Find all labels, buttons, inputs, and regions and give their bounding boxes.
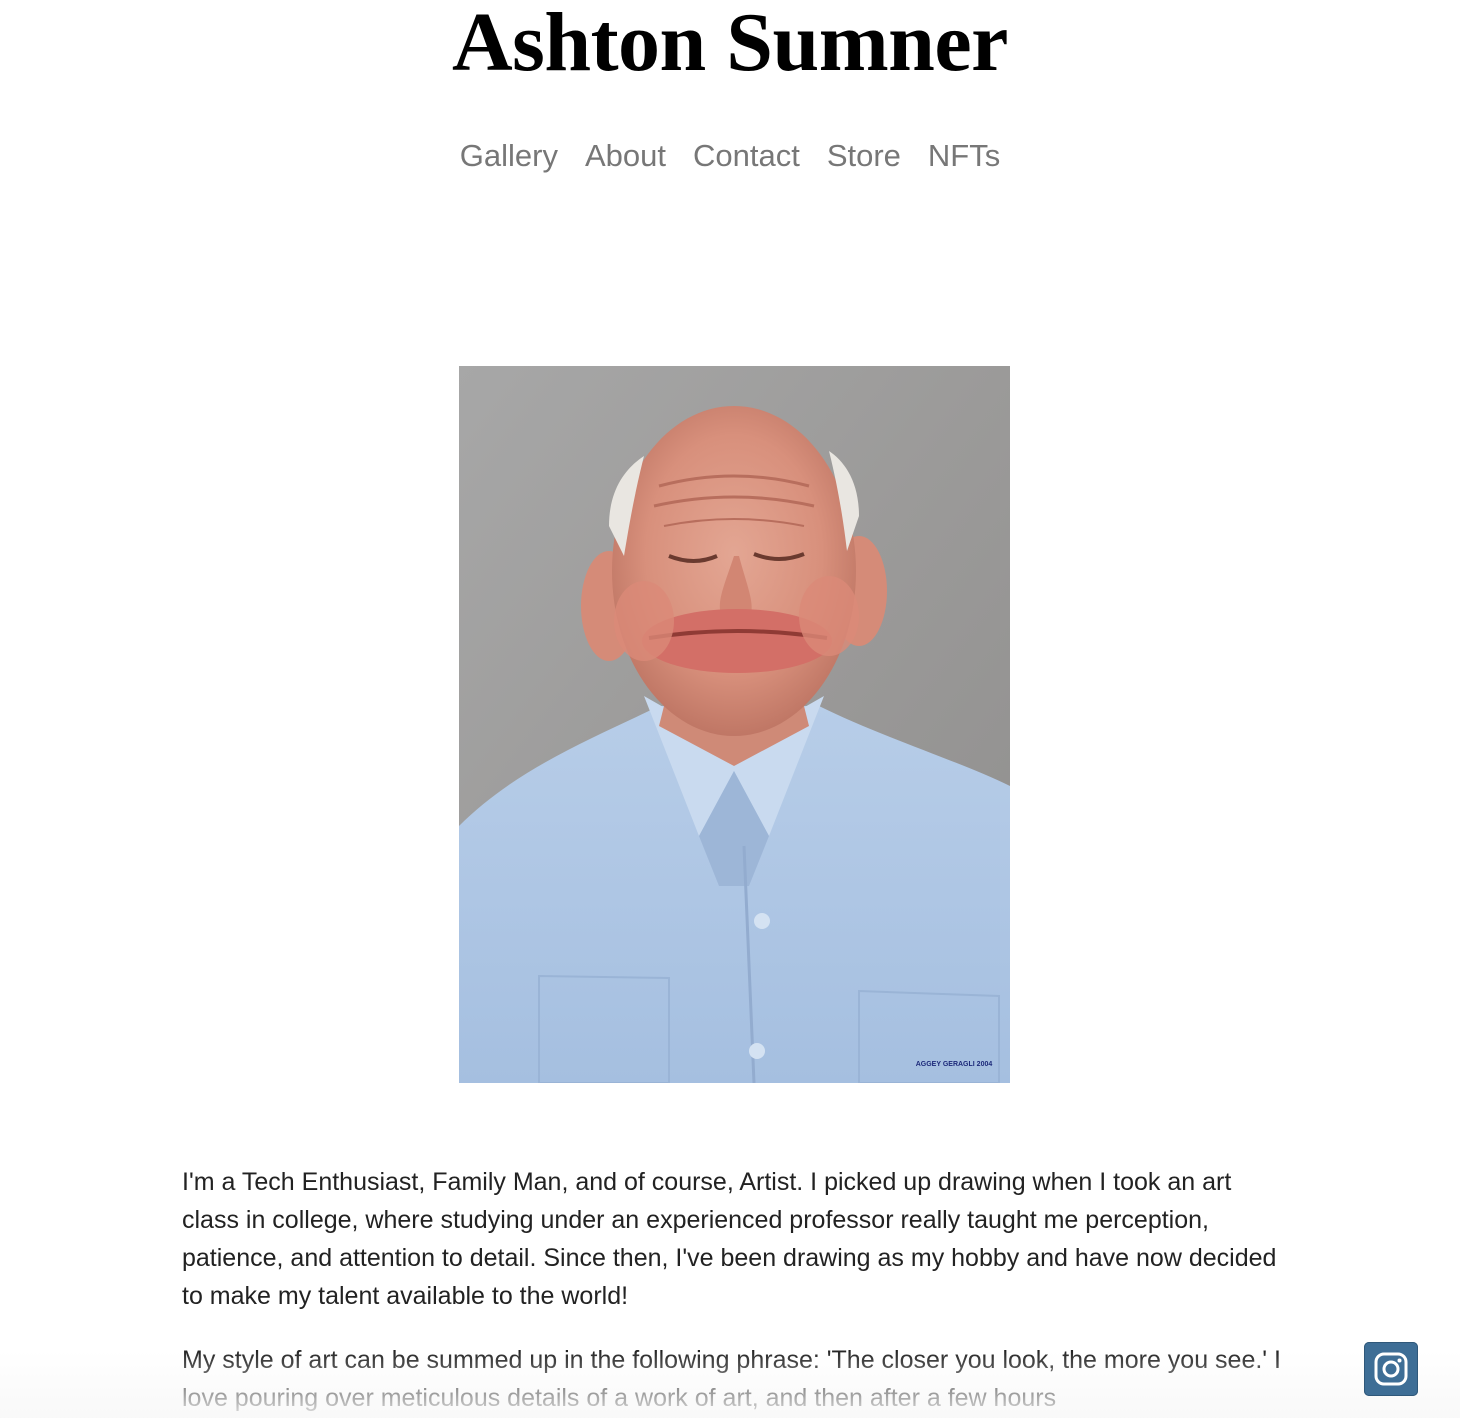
main-nav: Gallery About Contact Store NFTs	[0, 136, 1460, 176]
nav-about[interactable]: About	[585, 136, 666, 176]
bio-text: I'm a Tech Enthusiast, Family Man, and o…	[182, 1163, 1292, 1418]
bio-paragraph: My style of art can be summed up in the …	[182, 1346, 1281, 1412]
nav-store[interactable]: Store	[827, 136, 901, 176]
portrait-illustration: AGGEY GERAGLI 2004	[459, 366, 1010, 1083]
bio-paragraph: I'm a Tech Enthusiast, Family Man, and o…	[182, 1168, 1277, 1310]
portrait-watermark: AGGEY GERAGLI 2004	[916, 1061, 993, 1068]
instagram-button[interactable]	[1364, 1342, 1418, 1396]
artist-portrait: AGGEY GERAGLI 2004	[459, 366, 1010, 1083]
nav-nfts[interactable]: NFTs	[928, 136, 1000, 176]
site-title: Ashton Sumner	[452, 0, 1008, 89]
instagram-icon	[1374, 1352, 1408, 1386]
nav-contact[interactable]: Contact	[693, 136, 800, 176]
nav-gallery[interactable]: Gallery	[460, 136, 558, 176]
